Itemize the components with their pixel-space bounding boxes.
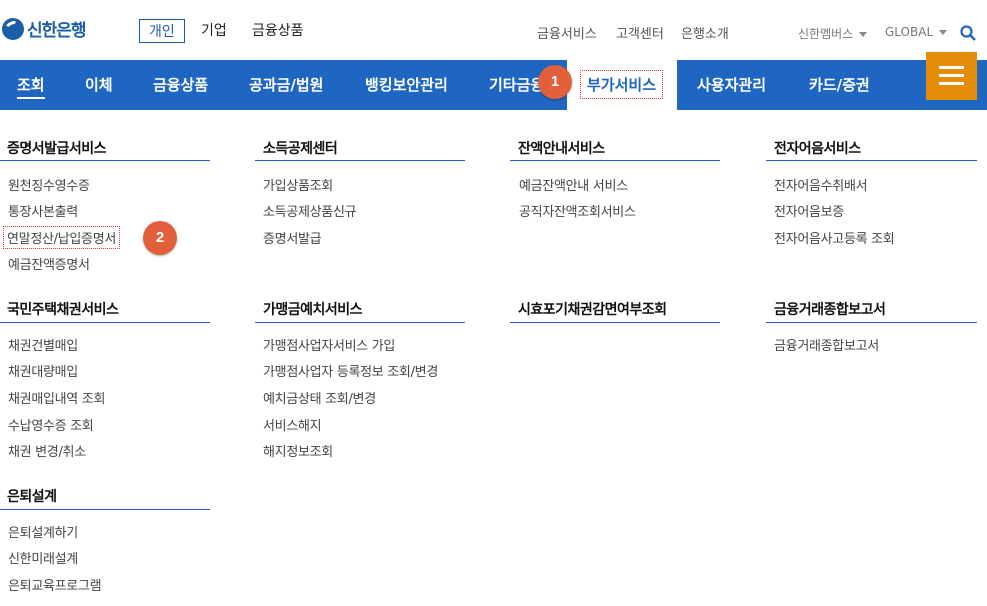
nav-additional-services[interactable]: 부가서비스: [580, 70, 664, 99]
menu-link[interactable]: 가맹점사업자서비스 가입: [263, 335, 395, 354]
section-title: 가맹금예치서비스: [263, 302, 363, 318]
menu-icon-bar: [939, 82, 964, 85]
nav-card-securities[interactable]: 카드/증권: [809, 74, 870, 95]
menu-link[interactable]: 통장사본출력: [8, 201, 78, 220]
menu-link[interactable]: 채권대량매입: [8, 361, 78, 380]
segment-products[interactable]: 금융상품: [252, 20, 304, 40]
menu-link[interactable]: 수납영수증 조회: [8, 415, 94, 434]
top-bar: 신한은행 개인 기업 금융상품 금융서비스 고객센터 은행소개 신한멤버스 GL…: [0, 0, 987, 60]
section-divider: [510, 322, 720, 323]
menu-link[interactable]: 서비스해지: [263, 415, 322, 434]
segment-personal[interactable]: 개인: [139, 19, 185, 43]
menu-link[interactable]: 예금잔액안내 서비스: [519, 175, 628, 194]
nav-other-finance[interactable]: 기타금융: [489, 74, 544, 95]
menu-link[interactable]: 채권매입내역 조회: [8, 388, 105, 407]
util-link-bank-intro[interactable]: 은행소개: [681, 23, 729, 42]
chevron-down-icon: [859, 32, 868, 37]
menu-link[interactable]: 전자어음사고등록 조회: [774, 228, 895, 247]
segment-corporate[interactable]: 기업: [201, 20, 227, 40]
section-divider: [766, 160, 977, 161]
members-dropdown[interactable]: 신한멤버스: [798, 25, 868, 42]
chevron-down-icon: [939, 30, 948, 35]
section-title: 증명서발급서비스: [7, 141, 107, 157]
menu-link[interactable]: 원천징수영수증: [8, 175, 90, 194]
util-link-customer-center[interactable]: 고객센터: [616, 23, 664, 42]
menu-link[interactable]: 가맹점사업자 등록정보 조회/변경: [263, 361, 438, 380]
menu-icon: [939, 66, 964, 69]
nav-utility-court[interactable]: 공과금/법원: [249, 74, 323, 95]
nav-transfer[interactable]: 이체: [85, 74, 113, 95]
menu-link[interactable]: 채권건별매입: [8, 335, 78, 354]
menu-link[interactable]: 예치금상태 조회/변경: [263, 388, 376, 407]
section-divider: [0, 160, 210, 161]
nav-user-management[interactable]: 사용자관리: [697, 74, 766, 95]
global-dropdown[interactable]: GLOBAL: [885, 25, 948, 39]
section-divider: [255, 160, 465, 161]
menu-link[interactable]: 전자어음수취배서: [774, 175, 868, 194]
section-divider: [0, 509, 210, 510]
menu-link-year-end-tax[interactable]: 연말정산/납입증명서: [3, 226, 121, 249]
menu-link[interactable]: 금융거래종합보고서: [774, 335, 879, 354]
main-nav: 조회 이체 금융상품 공과금/법원 뱅킹보안관리 기타금융 사용자관리 카드/증…: [0, 60, 987, 110]
section-title: 시효포기채권감면여부조회: [518, 302, 667, 318]
menu-link[interactable]: 증명서발급: [263, 228, 322, 247]
section-divider: [766, 322, 977, 323]
menu-link[interactable]: 은퇴설계하기: [8, 522, 78, 541]
section-title: 국민주택채권서비스: [7, 302, 119, 318]
menu-link[interactable]: 신한미래설계: [8, 548, 78, 567]
nav-products[interactable]: 금융상품: [153, 74, 208, 95]
menu-link[interactable]: 해지정보조회: [263, 441, 333, 460]
menu-link[interactable]: 공직자잔액조회서비스: [519, 201, 636, 220]
nav-inquiry[interactable]: 조회: [17, 74, 45, 99]
search-icon[interactable]: [960, 25, 976, 41]
step-badge-2: 2: [143, 221, 177, 255]
menu-link[interactable]: 예금잔액증명서: [8, 254, 90, 273]
menu-link[interactable]: 전자어음보증: [774, 201, 844, 220]
section-title: 전자어음서비스: [774, 141, 861, 157]
menu-link[interactable]: 채권 변경/취소: [8, 441, 86, 460]
shinhan-logo-icon: [2, 17, 24, 40]
menu-link[interactable]: 소득공제상품신규: [263, 201, 357, 220]
hamburger-menu-button[interactable]: [926, 52, 977, 100]
bank-logo[interactable]: 신한은행: [2, 16, 87, 41]
menu-link[interactable]: 은퇴교육프로그램: [8, 575, 102, 594]
menu-icon-bar: [939, 74, 964, 77]
util-link-financial-services[interactable]: 금융서비스: [537, 23, 597, 42]
logo-text: 신한은행: [27, 21, 87, 41]
section-divider: [510, 160, 720, 161]
global-label: GLOBAL: [885, 25, 934, 39]
menu-link[interactable]: 가입상품조회: [263, 175, 333, 194]
section-divider: [255, 322, 465, 323]
section-title: 금융거래종합보고서: [774, 302, 886, 318]
step-badge-1: 1: [538, 65, 572, 99]
section-title: 은퇴설계: [7, 489, 57, 505]
section-title: 소득공제센터: [263, 141, 338, 157]
nav-banking-security[interactable]: 뱅킹보안관리: [365, 74, 448, 95]
section-title: 잔액안내서비스: [518, 141, 605, 157]
members-label: 신한멤버스: [798, 27, 854, 41]
section-divider: [0, 322, 210, 323]
